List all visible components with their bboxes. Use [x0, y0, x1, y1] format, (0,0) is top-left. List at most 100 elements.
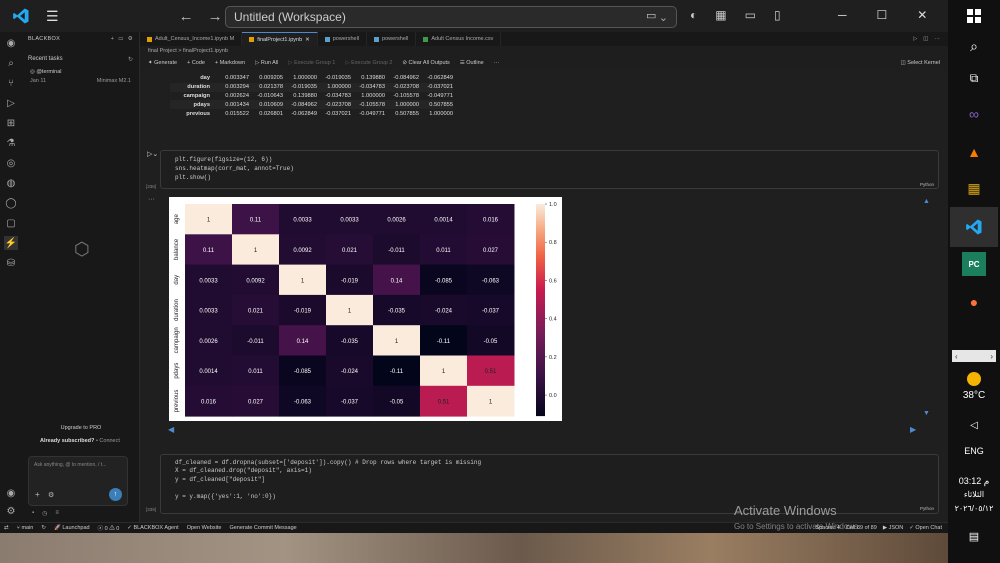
account-icon[interactable]: ◉ [4, 36, 18, 50]
forward-arrow-icon[interactable]: → [208, 8, 223, 25]
more-actions-icon[interactable]: ··· [494, 60, 500, 66]
tab-powershell-2[interactable]: powershell [367, 32, 417, 46]
breadcrumb[interactable]: final Project > finalProject1.ipynb [148, 48, 228, 54]
history-icon[interactable]: ↻ [128, 56, 133, 63]
chevron-down-icon[interactable]: ⌄ [659, 11, 668, 24]
sync-icon[interactable]: ↻ [41, 525, 46, 531]
windows-start-icon[interactable] [962, 4, 986, 28]
upgrade-link[interactable]: Upgrade to PRO [22, 425, 140, 431]
remote-indicator-icon[interactable]: ⇄ [4, 525, 9, 531]
heatmap-annotation: 0.0033 [340, 218, 359, 224]
copilot-icon[interactable]: ◐ [690, 8, 697, 22]
github-icon[interactable]: ◯ [4, 196, 18, 210]
notifications-icon[interactable]: ▤ [948, 530, 1000, 543]
vscode-taskbar-icon[interactable] [962, 215, 986, 239]
tab-csv[interactable]: Adult Census Income.csv [416, 32, 502, 46]
branch-indicator[interactable]: ⑂ main [17, 525, 34, 531]
right-chevron-icon[interactable]: › [990, 352, 993, 361]
layout-icon[interactable]: ▦ [715, 8, 726, 22]
scroll-right-icon[interactable]: ▶ [910, 425, 916, 434]
status-item[interactable]: ▶ JSON [883, 525, 903, 531]
toggle-sidebar-icon[interactable]: ▯ [774, 8, 781, 22]
hamburger-menu-icon[interactable]: ☰ [46, 8, 59, 25]
attach-plus-icon[interactable]: + [35, 490, 40, 499]
close-icon[interactable]: ✕ [917, 8, 927, 22]
firefox-icon[interactable]: ● [962, 290, 986, 314]
maximize-icon[interactable]: ☐ [877, 8, 888, 22]
run-all-button[interactable]: ▷ Run All [255, 60, 278, 66]
outline-button[interactable]: ☰ Outline [460, 60, 484, 66]
scroll-left-icon[interactable]: ◀ [168, 425, 174, 434]
problems-indicator[interactable]: ⓧ 0 ⚠ 0 [98, 524, 120, 532]
status-item[interactable]: ✓ Open Chat [909, 525, 942, 531]
task-view-icon[interactable]: ⧉ [962, 66, 986, 90]
blackbox-icon[interactable]: ⚡ [4, 236, 18, 250]
pycharm-icon[interactable]: PC [962, 252, 986, 276]
database-icon[interactable]: ⛁ [4, 256, 18, 270]
chat-input[interactable]: Ask anything, @ to mention, / t... + ⚙ ↑ [28, 456, 128, 506]
vlc-icon[interactable]: ▲ [962, 140, 986, 164]
visual-studio-icon[interactable]: ∞ [962, 102, 986, 126]
blackbox-agent-button[interactable]: ✓ BLACKBOX Agent [127, 525, 178, 531]
command-center[interactable]: Untitled (Workspace) ⌄ [225, 6, 677, 28]
source-control-icon[interactable]: ⑂ [4, 76, 18, 90]
back-arrow-icon[interactable]: ← [179, 8, 194, 25]
chat-settings-icon[interactable]: ⚙ [48, 491, 54, 499]
cell-language[interactable]: Python [920, 182, 934, 187]
file-explorer-icon[interactable]: ▦ [962, 176, 986, 200]
more-icon[interactable]: ··· [935, 36, 941, 42]
commit-message-button[interactable]: Generate Commit Message [229, 525, 296, 531]
user-icon[interactable]: ◉ [4, 486, 18, 500]
connect-link[interactable]: • Connect [96, 438, 120, 444]
search-icon[interactable]: ⌕ [962, 34, 986, 58]
split-editor-icon[interactable]: ◫ [923, 36, 928, 42]
heatmap-annotation: -0.11 [437, 339, 451, 345]
list-icon[interactable]: ≡ [55, 510, 59, 517]
chat-icon[interactable]: ▭ [646, 9, 656, 22]
row-label: day [200, 75, 210, 82]
generate-button[interactable]: ✦ Generate [148, 60, 177, 66]
tab-adult-census-notebook[interactable]: Adult_Census_Income1.ipynb M [140, 32, 243, 46]
trash-icon[interactable]: ▪ [32, 510, 34, 517]
left-chevron-icon[interactable]: ‹ [955, 352, 958, 361]
scroll-up-icon[interactable]: ▲ [923, 198, 930, 205]
search-icon[interactable]: ⌕ [4, 56, 18, 70]
run-icon[interactable]: ▷ [913, 36, 917, 42]
network-icon[interactable]: ◁ [948, 420, 1000, 431]
tab-close-icon[interactable]: ✕ [305, 37, 310, 43]
launchpad-button[interactable]: 🚀 Launchpad [54, 525, 90, 531]
gear-icon[interactable]: ⚙ [128, 36, 133, 42]
tab-powershell-1[interactable]: powershell [318, 32, 368, 46]
weather-widget[interactable]: 38°C [948, 372, 1000, 401]
settings-gear-icon[interactable]: ⚙ [4, 504, 18, 518]
tray-overflow[interactable]: ‹ › [952, 350, 996, 362]
task-item[interactable]: ◎ @terminal Jan 11 Minimax M2.1 [22, 63, 139, 84]
open-website-button[interactable]: Open Website [187, 525, 222, 531]
select-kernel-button[interactable]: ◫ Select Kernel [901, 60, 940, 66]
window-icon[interactable]: ▭ [118, 36, 124, 42]
cell-language[interactable]: Python [920, 506, 934, 511]
remote-icon[interactable]: ◎ [4, 156, 18, 170]
minimize-icon[interactable]: ─ [838, 8, 847, 22]
scroll-down-icon[interactable]: ▼ [923, 410, 930, 417]
extensions-icon[interactable]: ⊞ [4, 116, 18, 130]
clock-time[interactable]: 03:12 م [948, 476, 1000, 487]
send-icon[interactable]: ↑ [109, 488, 122, 501]
code-cell-heatmap[interactable]: plt.figure(figsize=(12, 6)) sns.heatmap(c… [160, 150, 939, 189]
tab-final-project[interactable]: finalProject1.ipynb ✕ [242, 32, 318, 46]
chat-bubble-icon[interactable]: ▢ [4, 216, 18, 230]
docker-icon[interactable]: ◍ [4, 176, 18, 190]
execute-group-2-button[interactable]: ▷ Execute Group 2 [345, 60, 392, 66]
run-cell-icon[interactable]: ▷⌄ [147, 150, 158, 158]
testing-icon[interactable]: ⚗ [4, 136, 18, 150]
clock-icon[interactable]: ◷ [42, 510, 47, 517]
clear-outputs-button[interactable]: ⊘ Clear All Outputs [402, 60, 449, 66]
toggle-panel-icon[interactable]: ▭ [745, 8, 756, 22]
add-icon[interactable]: + [111, 36, 115, 42]
output-menu-icon[interactable]: ··· [148, 196, 155, 203]
execute-group-1-button[interactable]: ▷ Execute Group 1 [288, 60, 335, 66]
language-indicator[interactable]: ENG [948, 446, 1000, 456]
add-markdown-button[interactable]: + Markdown [215, 60, 245, 66]
add-code-button[interactable]: + Code [187, 60, 205, 66]
run-debug-icon[interactable]: ▷ [4, 96, 18, 110]
